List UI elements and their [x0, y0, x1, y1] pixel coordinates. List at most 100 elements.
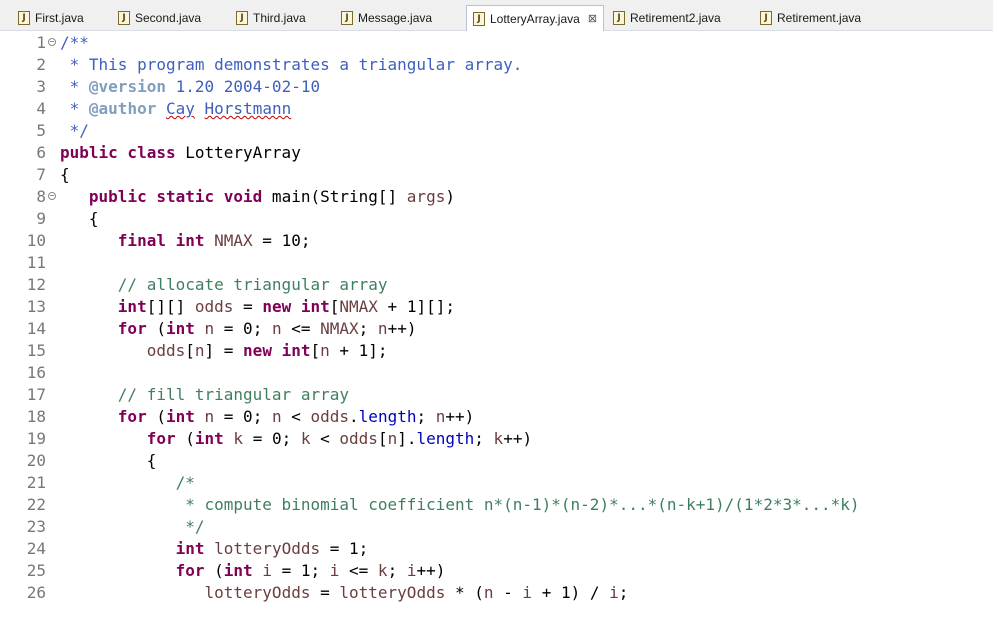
java-file-icon: J: [473, 11, 485, 26]
line-number: 9: [36, 209, 46, 228]
code-line[interactable]: 13 int[][] odds = new int[NMAX + 1][];: [0, 296, 993, 318]
line-number: 21: [26, 473, 46, 492]
code-text: * @author Cay Horstmann: [60, 99, 292, 118]
code-text: /*: [175, 473, 195, 492]
code-text: * @version 1.20 2004-02-10: [60, 77, 321, 96]
code-text: odds[n] = new int[n + 1];: [146, 341, 388, 360]
line-number: 17: [26, 385, 46, 404]
code-text: final int NMAX = 10;: [117, 231, 311, 250]
tab-lotteryarray-java[interactable]: J LotteryArray.java ⊠: [466, 5, 605, 31]
code-text: int lotteryOdds = 1;: [175, 539, 369, 558]
tab-first-java[interactable]: J First.java: [18, 6, 84, 30]
code-text: * compute binomial coefficient n*(n-1)*(…: [60, 495, 860, 514]
tab-label: Second.java: [135, 11, 202, 25]
line-number: 25: [26, 561, 46, 580]
code-line[interactable]: 22 * compute binomial coefficient n*(n-1…: [0, 494, 993, 516]
code-text: public class LotteryArray: [60, 143, 301, 162]
tab-label: Third.java: [253, 11, 306, 25]
line-number: 6: [36, 143, 46, 162]
line-number: 2: [36, 55, 46, 74]
code-line[interactable]: 5 */: [0, 120, 993, 142]
line-number: 19: [26, 429, 46, 448]
code-text: // fill triangular array: [117, 385, 349, 404]
tab-label: Retirement2.java: [630, 11, 721, 25]
tab-third-java[interactable]: J Third.java: [236, 6, 306, 30]
code-line[interactable]: 14 for (int n = 0; n <= NMAX; n++): [0, 318, 993, 340]
code-line[interactable]: 3 * @version 1.20 2004-02-10: [0, 76, 993, 98]
code-text: {: [60, 209, 99, 228]
java-file-icon: J: [236, 11, 248, 25]
code-text: for (int n = 0; n < odds.length; n++): [117, 407, 475, 426]
line-number: 3: [36, 77, 46, 96]
code-text: {: [60, 165, 70, 184]
code-line[interactable]: 9 {: [0, 208, 993, 230]
code-line[interactable]: 11: [0, 252, 993, 274]
tab-message-java[interactable]: J Message.java: [341, 6, 432, 30]
code-line[interactable]: 2 * This program demonstrates a triangul…: [0, 54, 993, 76]
line-number: 12: [26, 275, 46, 294]
code-text: */: [60, 517, 205, 536]
code-text: {: [60, 451, 157, 470]
line-number: 14: [26, 319, 46, 338]
code-line[interactable]: 16: [0, 362, 993, 384]
code-line[interactable]: 12 // allocate triangular array: [0, 274, 993, 296]
code-line[interactable]: 24 int lotteryOdds = 1;: [0, 538, 993, 560]
line-number: 15: [26, 341, 46, 360]
line-number: 23: [26, 517, 46, 536]
line-number: 22: [26, 495, 46, 514]
java-file-icon: J: [341, 11, 353, 25]
code-line[interactable]: 1−/**: [0, 32, 993, 54]
code-text: for (int n = 0; n <= NMAX; n++): [117, 319, 417, 338]
editor-tab-bar: J First.java J Second.java J Third.java J Messa…: [0, 0, 993, 31]
line-number: 1: [36, 33, 46, 52]
line-number: 24: [26, 539, 46, 558]
tab-label: First.java: [35, 11, 84, 25]
tab-label: Message.java: [358, 11, 433, 25]
line-number: 10: [26, 231, 46, 250]
tab-label: LotteryArray.java: [490, 11, 580, 26]
code-text: for (int k = 0; k < odds[n].length; k++): [146, 429, 533, 448]
line-number: 4: [36, 99, 46, 118]
line-number: 18: [26, 407, 46, 426]
line-number: 16: [26, 363, 46, 382]
code-line[interactable]: 20 {: [0, 450, 993, 472]
code-text: public static void main(String[] args): [88, 187, 455, 206]
code-line[interactable]: 17 // fill triangular array: [0, 384, 993, 406]
tab-second-java[interactable]: J Second.java: [118, 6, 201, 30]
code-text: lotteryOdds = lotteryOdds * (n - i + 1) …: [204, 583, 629, 602]
code-line[interactable]: 18 for (int n = 0; n < odds.length; n++): [0, 406, 993, 428]
code-line[interactable]: 7{: [0, 164, 993, 186]
code-text: * This program demonstrates a triangular…: [60, 55, 523, 74]
code-text: for (int i = 1; i <= k; i++): [175, 561, 446, 580]
code-text: */: [60, 121, 89, 140]
line-number: 5: [36, 121, 46, 140]
code-line[interactable]: 15 odds[n] = new int[n + 1];: [0, 340, 993, 362]
code-line[interactable]: 25 for (int i = 1; i <= k; i++): [0, 560, 993, 582]
code-line[interactable]: 21 /*: [0, 472, 993, 494]
code-text: // allocate triangular array: [117, 275, 388, 294]
line-number: 26: [26, 583, 46, 602]
line-number: 20: [26, 451, 46, 470]
code-line[interactable]: 23 */: [0, 516, 993, 538]
fold-toggle-icon[interactable]: −: [48, 192, 56, 200]
java-file-icon: J: [613, 11, 625, 25]
java-file-icon: J: [118, 11, 130, 25]
code-line[interactable]: 8− public static void main(String[] args…: [0, 186, 993, 208]
code-line[interactable]: 6 public class LotteryArray: [0, 142, 993, 164]
tab-retirement2-java[interactable]: J Retirement2.java: [613, 6, 721, 30]
code-editor[interactable]: 1−/** 2 * This program demonstrates a tri…: [0, 31, 993, 617]
code-line[interactable]: 10 final int NMAX = 10;: [0, 230, 993, 252]
code-line[interactable]: 4 * @author Cay Horstmann: [0, 98, 993, 120]
fold-toggle-icon[interactable]: −: [48, 38, 56, 46]
tab-retirement-java[interactable]: J Retirement.java: [760, 6, 861, 30]
code-text: int[][] odds = new int[NMAX + 1][];: [117, 297, 455, 316]
java-file-icon: J: [760, 11, 772, 25]
line-number: 13: [26, 297, 46, 316]
code-line[interactable]: 19 for (int k = 0; k < odds[n].length; k…: [0, 428, 993, 450]
line-number: 11: [26, 253, 46, 272]
java-file-icon: J: [18, 11, 30, 25]
tab-label: Retirement.java: [777, 11, 862, 25]
code-line[interactable]: 26 lotteryOdds = lotteryOdds * (n - i + …: [0, 582, 993, 604]
code-text: /**: [60, 33, 89, 52]
close-tab-icon[interactable]: ⊠: [588, 12, 597, 25]
